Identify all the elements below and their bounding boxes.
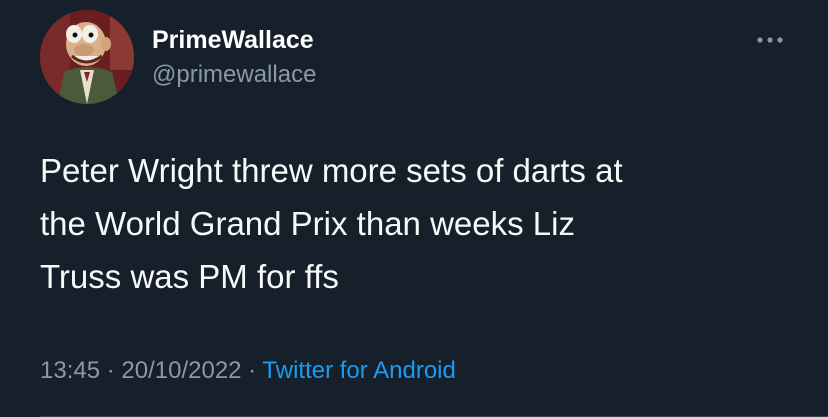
tweet-text-line: the World Grand Prix than weeks Liz	[40, 205, 575, 242]
tweet-card: PrimeWallace @primewallace Peter Wright …	[0, 0, 828, 417]
avatar[interactable]	[40, 10, 134, 104]
meta-separator: ·	[241, 357, 263, 384]
tweet-source-link[interactable]: Twitter for Android	[262, 357, 455, 384]
display-name[interactable]: PrimeWallace	[152, 24, 314, 56]
tweet-text-line: Truss was PM for ffs	[40, 258, 339, 295]
more-options-button[interactable]	[752, 28, 788, 52]
tweet-date[interactable]: 20/10/2022	[121, 357, 241, 384]
tweet-text-line: Peter Wright threw more sets of darts at	[40, 152, 623, 189]
tweet-text: Peter Wright threw more sets of darts at…	[40, 144, 800, 303]
user-handle[interactable]: @primewallace	[152, 60, 316, 90]
tweet-time[interactable]: 13:45	[40, 357, 100, 384]
tweet-meta: 13:45 · 20/10/2022 · Twitter for Android	[40, 355, 456, 387]
more-options-icon	[757, 37, 783, 43]
meta-separator: ·	[100, 357, 122, 384]
claymation-character-avatar-icon	[40, 10, 134, 104]
